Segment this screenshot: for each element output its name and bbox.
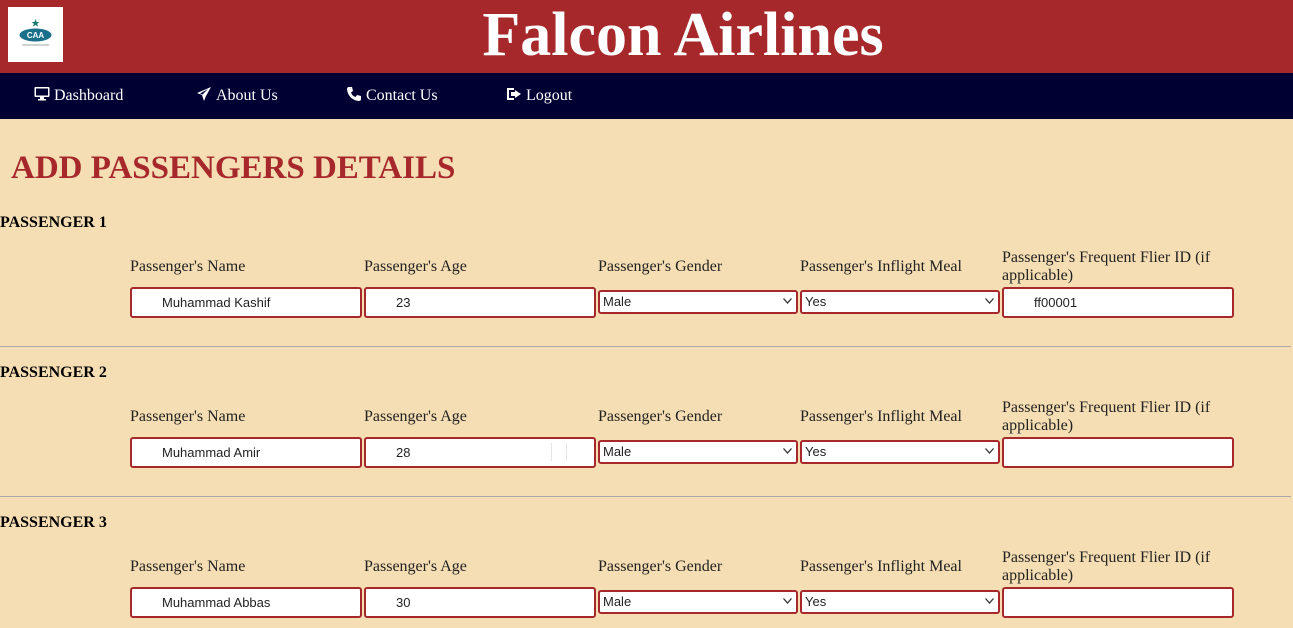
meal-value: Yes — [805, 294, 827, 309]
ffid-label: Passenger's Frequent Flier ID (if applic… — [1002, 399, 1211, 434]
meal-value: Yes — [805, 594, 827, 609]
meal-label: Passenger's Inflight Meal — [800, 258, 962, 275]
age-label: Passenger's Age — [364, 558, 467, 575]
phone-icon — [346, 87, 366, 104]
chevron-down-icon — [783, 298, 792, 304]
meal-value: Yes — [805, 444, 827, 459]
nav-about-us[interactable]: About Us — [196, 73, 278, 119]
monitor-icon — [34, 87, 54, 104]
nav-dashboard[interactable]: Dashboard — [34, 73, 123, 119]
ffid-label: Passenger's Frequent Flier ID (if applic… — [1002, 249, 1211, 284]
passenger-heading: PASSENGER 3 — [0, 514, 107, 531]
name-input[interactable]: Muhammad Abbas — [130, 587, 362, 618]
page-title: ADD PASSENGERS DETAILS — [11, 150, 456, 186]
plane-icon — [196, 87, 216, 104]
chevron-down-icon — [783, 598, 792, 604]
chevron-down-icon — [985, 448, 994, 454]
age-input[interactable]: 23 — [364, 287, 596, 318]
meal-select[interactable]: Yes — [800, 290, 1000, 314]
passenger-heading: PASSENGER 2 — [0, 364, 107, 381]
nav-dashboard-label: Dashboard — [54, 87, 124, 104]
ffid-input[interactable] — [1002, 437, 1234, 468]
gender-select[interactable]: Male — [598, 590, 798, 614]
name-input[interactable]: Muhammad Kashif — [130, 287, 362, 318]
chevron-down-icon — [783, 448, 792, 454]
name-label: Passenger's Name — [130, 408, 246, 425]
ffid-input[interactable] — [1002, 587, 1234, 618]
gender-label: Passenger's Gender — [598, 258, 723, 275]
ffid-label: Passenger's Frequent Flier ID (if applic… — [1002, 549, 1211, 584]
name-label: Passenger's Name — [130, 258, 246, 275]
section-divider — [0, 346, 1291, 347]
gender-value: Male — [603, 594, 632, 609]
site-title: Falcon Airlines — [482, 1, 884, 69]
site-header: CAA Falcon Airlines — [0, 0, 1293, 73]
name-input[interactable]: Muhammad Amir — [130, 437, 362, 468]
age-label: Passenger's Age — [364, 408, 467, 425]
gender-label: Passenger's Gender — [598, 558, 723, 575]
meal-select[interactable]: Yes — [800, 440, 1000, 464]
gender-value: Male — [603, 444, 632, 459]
nav-contact-us[interactable]: Contact Us — [346, 73, 438, 119]
meal-select[interactable]: Yes — [800, 590, 1000, 614]
chevron-down-icon — [985, 598, 994, 604]
age-label: Passenger's Age — [364, 258, 467, 275]
meal-label: Passenger's Inflight Meal — [800, 408, 962, 425]
section-divider — [0, 496, 1291, 497]
name-label: Passenger's Name — [130, 558, 246, 575]
nav-logout-label: Logout — [526, 87, 573, 104]
age-spinner[interactable] — [551, 443, 567, 461]
nav-logout[interactable]: Logout — [506, 73, 572, 119]
age-input[interactable]: 30 — [364, 587, 596, 618]
gender-select[interactable]: Male — [598, 290, 798, 314]
nav-about-us-label: About Us — [216, 87, 278, 104]
ffid-input[interactable]: ff00001 — [1002, 287, 1234, 318]
nav-contact-us-label: Contact Us — [366, 87, 438, 104]
gender-select[interactable]: Male — [598, 440, 798, 464]
logout-icon — [506, 87, 526, 104]
main-nav: Dashboard About Us Contact Us Logout — [0, 73, 1293, 119]
passenger-heading: PASSENGER 1 — [0, 214, 107, 231]
meal-label: Passenger's Inflight Meal — [800, 558, 962, 575]
chevron-down-icon — [985, 298, 994, 304]
gender-label: Passenger's Gender — [598, 408, 723, 425]
gender-value: Male — [603, 294, 632, 309]
